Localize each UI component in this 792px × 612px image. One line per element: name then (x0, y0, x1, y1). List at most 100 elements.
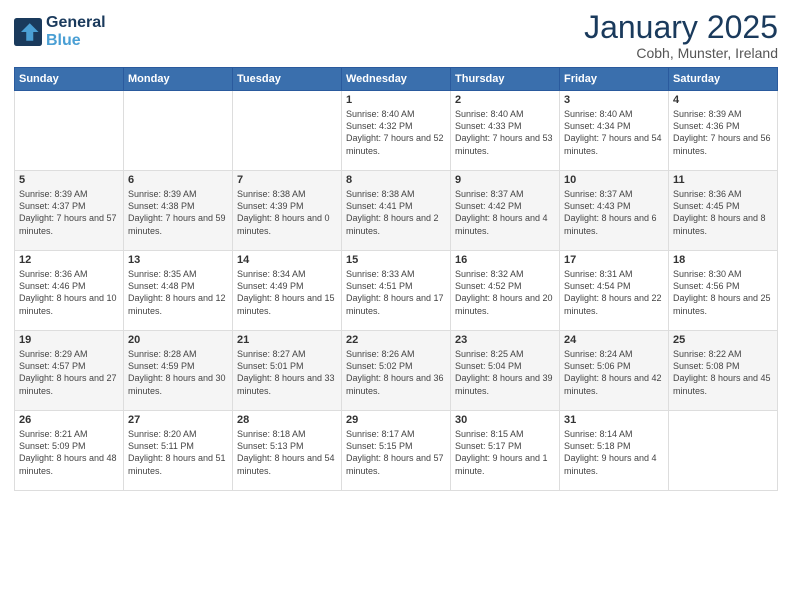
day-number: 5 (19, 174, 119, 186)
logo-icon (14, 18, 42, 46)
cell-content: Sunrise: 8:28 AM Sunset: 4:59 PM Dayligh… (128, 348, 228, 397)
cell-content: Sunrise: 8:15 AM Sunset: 5:17 PM Dayligh… (455, 428, 555, 477)
day-number: 17 (564, 254, 664, 266)
calendar-cell: 28Sunrise: 8:18 AM Sunset: 5:13 PM Dayli… (233, 411, 342, 491)
cell-content: Sunrise: 8:27 AM Sunset: 5:01 PM Dayligh… (237, 348, 337, 397)
cell-content: Sunrise: 8:31 AM Sunset: 4:54 PM Dayligh… (564, 268, 664, 317)
calendar-cell: 9 Sunrise: 8:37 AM Sunset: 4:42 PM Daylig… (451, 171, 560, 251)
calendar-cell: 27 Sunrise: 8:20 AM Sunset: 5:11 PM Dayli… (124, 411, 233, 491)
cell-content: Sunrise: 8:37 AM Sunset: 4:42 PM Dayligh… (455, 188, 555, 237)
cell-content: Sunrise: 8:39 AM Sunset: 4:37 PM Dayligh… (19, 188, 119, 237)
month-title: January 2025 (584, 10, 778, 45)
weekday-header-row: SundayMondayTuesdayWednesdayThursdayFrid… (15, 68, 778, 91)
cell-content: Sunrise: 8:25 AM Sunset: 5:04 PM Dayligh… (455, 348, 555, 397)
cell-content: Sunrise: 8:39 AM Sunset: 4:38 PM Dayligh… (128, 188, 228, 237)
calendar-cell (15, 91, 124, 171)
day-number: 12 (19, 254, 119, 266)
cell-content: Sunrise: 8:38 AM Sunset: 4:39 PM Dayligh… (237, 188, 337, 237)
calendar-cell: 8 Sunrise: 8:38 AM Sunset: 4:41 PM Daylig… (342, 171, 451, 251)
cell-content: Sunrise: 8:34 AM Sunset: 4:49 PM Dayligh… (237, 268, 337, 317)
calendar-cell: 16 Sunrise: 8:32 AM Sunset: 4:52 PM Dayli… (451, 251, 560, 331)
calendar-cell: 14 Sunrise: 8:34 AM Sunset: 4:49 PM Dayli… (233, 251, 342, 331)
logo-text: General Blue (46, 14, 106, 49)
calendar-cell (669, 411, 778, 491)
weekday-header-saturday: Saturday (669, 68, 778, 91)
calendar-cell: 1 Sunrise: 8:40 AM Sunset: 4:32 PM Daylig… (342, 91, 451, 171)
cell-content: Sunrise: 8:29 AM Sunset: 4:57 PM Dayligh… (19, 348, 119, 397)
calendar-cell: 25 Sunrise: 8:22 AM Sunset: 5:08 PM Dayli… (669, 331, 778, 411)
week-row-2: 5 Sunrise: 8:39 AM Sunset: 4:37 PM Daylig… (15, 171, 778, 251)
calendar-cell: 4Sunrise: 8:39 AM Sunset: 4:36 PM Daylig… (669, 91, 778, 171)
day-number: 13 (128, 254, 228, 266)
day-number: 18 (673, 254, 773, 266)
calendar-cell: 7 Sunrise: 8:38 AM Sunset: 4:39 PM Daylig… (233, 171, 342, 251)
weekday-header-monday: Monday (124, 68, 233, 91)
day-number: 1 (346, 94, 446, 106)
day-number: 16 (455, 254, 555, 266)
cell-content: Sunrise: 8:32 AM Sunset: 4:52 PM Dayligh… (455, 268, 555, 317)
day-number: 10 (564, 174, 664, 186)
cell-content: Sunrise: 8:36 AM Sunset: 4:45 PM Dayligh… (673, 188, 773, 237)
weekday-header-sunday: Sunday (15, 68, 124, 91)
day-number: 11 (673, 174, 773, 186)
calendar-table: SundayMondayTuesdayWednesdayThursdayFrid… (14, 67, 778, 491)
day-number: 14 (237, 254, 337, 266)
header: General Blue January 2025 Cobh, Munster,… (14, 10, 778, 61)
logo: General Blue (14, 14, 106, 49)
calendar-cell: 15 Sunrise: 8:33 AM Sunset: 4:51 PM Dayli… (342, 251, 451, 331)
calendar-cell: 10Sunrise: 8:37 AM Sunset: 4:43 PM Dayli… (560, 171, 669, 251)
cell-content: Sunrise: 8:26 AM Sunset: 5:02 PM Dayligh… (346, 348, 446, 397)
day-number: 25 (673, 334, 773, 346)
day-number: 29 (346, 414, 446, 426)
calendar-cell: 26Sunrise: 8:21 AM Sunset: 5:09 PM Dayli… (15, 411, 124, 491)
day-number: 7 (237, 174, 337, 186)
calendar-cell: 12Sunrise: 8:36 AM Sunset: 4:46 PM Dayli… (15, 251, 124, 331)
location: Cobh, Munster, Ireland (584, 45, 778, 61)
cell-content: Sunrise: 8:30 AM Sunset: 4:56 PM Dayligh… (673, 268, 773, 317)
calendar-cell: 29 Sunrise: 8:17 AM Sunset: 5:15 PM Dayli… (342, 411, 451, 491)
main-container: General Blue January 2025 Cobh, Munster,… (0, 0, 792, 499)
calendar-cell: 2Sunrise: 8:40 AM Sunset: 4:33 PM Daylig… (451, 91, 560, 171)
cell-content: Sunrise: 8:33 AM Sunset: 4:51 PM Dayligh… (346, 268, 446, 317)
day-number: 23 (455, 334, 555, 346)
cell-content: Sunrise: 8:14 AM Sunset: 5:18 PM Dayligh… (564, 428, 664, 477)
day-number: 20 (128, 334, 228, 346)
cell-content: Sunrise: 8:38 AM Sunset: 4:41 PM Dayligh… (346, 188, 446, 237)
calendar-cell: 20 Sunrise: 8:28 AM Sunset: 4:59 PM Dayli… (124, 331, 233, 411)
calendar-cell (124, 91, 233, 171)
cell-content: Sunrise: 8:40 AM Sunset: 4:33 PM Dayligh… (455, 108, 555, 157)
day-number: 15 (346, 254, 446, 266)
day-number: 22 (346, 334, 446, 346)
calendar-cell: 22 Sunrise: 8:26 AM Sunset: 5:02 PM Dayli… (342, 331, 451, 411)
cell-content: Sunrise: 8:35 AM Sunset: 4:48 PM Dayligh… (128, 268, 228, 317)
calendar-cell: 23 Sunrise: 8:25 AM Sunset: 5:04 PM Dayli… (451, 331, 560, 411)
week-row-4: 19Sunrise: 8:29 AM Sunset: 4:57 PM Dayli… (15, 331, 778, 411)
calendar-cell: 5 Sunrise: 8:39 AM Sunset: 4:37 PM Daylig… (15, 171, 124, 251)
calendar-cell: 3 Sunrise: 8:40 AM Sunset: 4:34 PM Daylig… (560, 91, 669, 171)
day-number: 8 (346, 174, 446, 186)
weekday-header-friday: Friday (560, 68, 669, 91)
calendar-cell: 17 Sunrise: 8:31 AM Sunset: 4:54 PM Dayli… (560, 251, 669, 331)
day-number: 9 (455, 174, 555, 186)
day-number: 21 (237, 334, 337, 346)
calendar-cell: 30 Sunrise: 8:15 AM Sunset: 5:17 PM Dayli… (451, 411, 560, 491)
calendar-cell: 19Sunrise: 8:29 AM Sunset: 4:57 PM Dayli… (15, 331, 124, 411)
cell-content: Sunrise: 8:40 AM Sunset: 4:34 PM Dayligh… (564, 108, 664, 157)
day-number: 3 (564, 94, 664, 106)
cell-content: Sunrise: 8:17 AM Sunset: 5:15 PM Dayligh… (346, 428, 446, 477)
day-number: 27 (128, 414, 228, 426)
calendar-cell (233, 91, 342, 171)
calendar-cell: 6Sunrise: 8:39 AM Sunset: 4:38 PM Daylig… (124, 171, 233, 251)
week-row-3: 12Sunrise: 8:36 AM Sunset: 4:46 PM Dayli… (15, 251, 778, 331)
calendar-cell: 11 Sunrise: 8:36 AM Sunset: 4:45 PM Dayli… (669, 171, 778, 251)
day-number: 28 (237, 414, 337, 426)
cell-content: Sunrise: 8:40 AM Sunset: 4:32 PM Dayligh… (346, 108, 446, 157)
cell-content: Sunrise: 8:21 AM Sunset: 5:09 PM Dayligh… (19, 428, 119, 477)
calendar-cell: 24Sunrise: 8:24 AM Sunset: 5:06 PM Dayli… (560, 331, 669, 411)
cell-content: Sunrise: 8:20 AM Sunset: 5:11 PM Dayligh… (128, 428, 228, 477)
day-number: 30 (455, 414, 555, 426)
cell-content: Sunrise: 8:22 AM Sunset: 5:08 PM Dayligh… (673, 348, 773, 397)
weekday-header-tuesday: Tuesday (233, 68, 342, 91)
calendar-cell: 21 Sunrise: 8:27 AM Sunset: 5:01 PM Dayli… (233, 331, 342, 411)
calendar-cell: 31Sunrise: 8:14 AM Sunset: 5:18 PM Dayli… (560, 411, 669, 491)
